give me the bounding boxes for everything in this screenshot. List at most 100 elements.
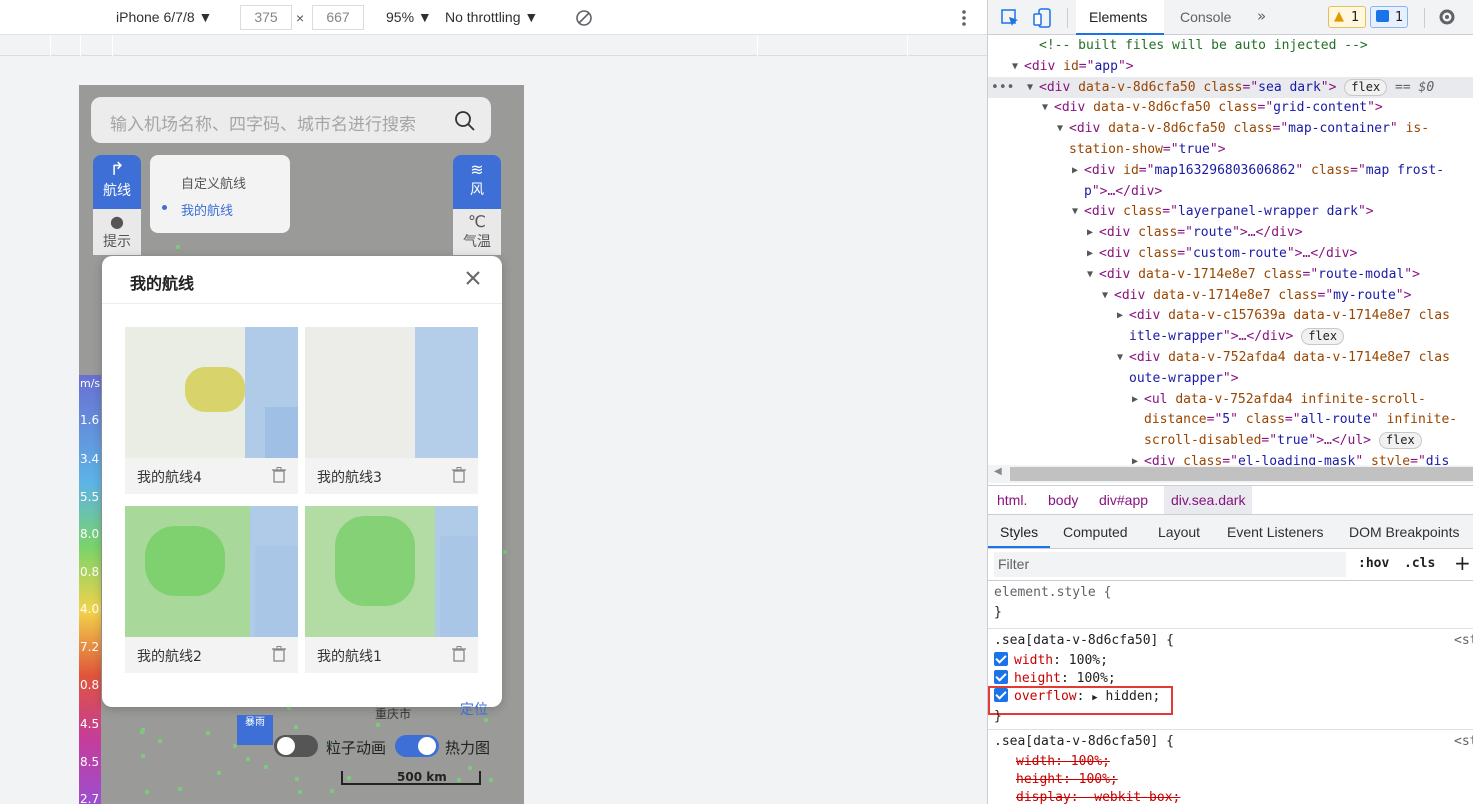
dom-node[interactable]: ▶ <div id="map163296803606862" class="map… xyxy=(988,160,1473,181)
search-bar[interactable]: 输入机场名称、四字码、城市名进行搜索 xyxy=(91,97,491,143)
menu-item-custom-route[interactable]: 自定义航线 xyxy=(181,173,246,192)
breadcrumb: html. body div#app div.sea.dark xyxy=(988,485,1473,515)
rule-selector[interactable]: .sea[data-v-8d6cfa50] { xyxy=(994,733,1174,751)
dom-node[interactable]: ▼ <div data-v-752afda4 data-v-1714e8e7 cl… xyxy=(988,347,1473,368)
dom-node[interactable]: ▼ <div data-v-8d6cfa50 class="map-contain… xyxy=(988,118,1473,139)
css-declaration-overridden[interactable]: display: -webkit-box; xyxy=(1016,789,1180,804)
modal-header: 我的航线 xyxy=(102,256,502,304)
dom-node[interactable]: ••• ▼ <div data-v-8d6cfa50 class="sea dar… xyxy=(988,76,1473,98)
close-icon[interactable] xyxy=(465,270,481,286)
rule-selector[interactable]: .sea[data-v-8d6cfa50] { xyxy=(994,632,1174,650)
dom-node[interactable]: ▶ <div class="route">…</div> xyxy=(988,222,1473,243)
divider xyxy=(1424,8,1425,28)
legend-value: 1.6 xyxy=(80,413,100,427)
rotate-icon[interactable] xyxy=(574,8,594,28)
width-input[interactable]: 375 xyxy=(240,5,292,30)
throttle-select[interactable]: No throttling ▼ xyxy=(445,9,538,25)
tab-styles[interactable]: Styles xyxy=(1000,524,1038,540)
dom-node[interactable]: scroll-disabled="true">…</ul> flex xyxy=(988,430,1473,451)
rule-source-link[interactable]: <st xyxy=(1454,632,1473,650)
legend-value: 5.5 xyxy=(80,490,100,504)
trash-icon[interactable] xyxy=(272,467,286,483)
trash-icon[interactable] xyxy=(452,467,466,483)
dom-tree[interactable]: <!-- built files will be auto injected -… xyxy=(988,35,1473,465)
dom-node[interactable]: <!-- built files will be auto injected -… xyxy=(988,35,1473,56)
heatmap-toggle[interactable] xyxy=(395,735,439,757)
dom-node[interactable]: ▶ <div class="el-loading-mask" style="dis xyxy=(988,451,1473,465)
height-input[interactable]: 667 xyxy=(312,5,364,30)
dom-node[interactable]: station-show="true"> xyxy=(988,139,1473,160)
route-button[interactable]: ↱ 航线 xyxy=(93,155,141,209)
dom-node[interactable]: ▼ <div data-v-1714e8e7 class="route-modal… xyxy=(988,264,1473,285)
cls-toggle[interactable]: .cls xyxy=(1404,556,1435,571)
hint-button-label: 提示 xyxy=(103,234,131,250)
dom-node[interactable]: distance="5" class="all-route" infinite- xyxy=(988,409,1473,430)
hint-button[interactable]: ● 提示 xyxy=(93,209,141,255)
more-tabs-icon[interactable]: » xyxy=(1257,7,1266,25)
css-declaration-overridden[interactable]: height: 100%; xyxy=(1016,771,1118,789)
tab-dom-breakpoints[interactable]: DOM Breakpoints xyxy=(1349,524,1459,540)
highlight-box xyxy=(988,686,1173,715)
route-name: 我的航线3 xyxy=(317,470,382,486)
device-select[interactable]: iPhone 6/7/8 ▼ xyxy=(116,9,212,25)
weather-alert-badge[interactable]: 暴雨 xyxy=(237,715,273,745)
css-declaration-overridden[interactable]: width: 100%; xyxy=(1016,753,1110,771)
search-icon[interactable] xyxy=(454,110,476,132)
bulb-icon: ● xyxy=(110,212,124,231)
rule-source-link[interactable]: <st xyxy=(1454,733,1473,751)
particle-animation-toggle[interactable] xyxy=(274,735,318,757)
wind-button[interactable]: ≋ 风 xyxy=(453,155,501,209)
dom-node[interactable]: ▼ <div class="layerpanel-wrapper dark"> xyxy=(988,201,1473,222)
collapsed-arrow-icon: ▶ xyxy=(1132,393,1139,405)
menu-item-my-route[interactable]: 我的航线 xyxy=(181,200,233,219)
route-map-thumbnail xyxy=(305,506,478,637)
breadcrumb-item[interactable]: div#app xyxy=(1099,492,1148,508)
filter-input[interactable]: Filter xyxy=(994,552,1346,577)
tab-console[interactable]: Console xyxy=(1180,9,1231,25)
dom-node[interactable]: ▼ <div data-v-1714e8e7 class="my-route"> xyxy=(988,285,1473,306)
route-card[interactable]: 我的航线1 xyxy=(305,506,478,673)
route-card[interactable]: 我的航线4 xyxy=(125,327,298,494)
messages-badge[interactable]: 1 xyxy=(1370,6,1408,28)
tab-elements[interactable]: Elements xyxy=(1076,0,1164,35)
weather-dot xyxy=(175,245,180,250)
new-rule-button[interactable]: + xyxy=(1454,551,1471,575)
css-declaration[interactable]: width: 100%; xyxy=(994,652,1108,670)
dom-node[interactable]: ▼ <div data-v-8d6cfa50 class="grid-conten… xyxy=(988,97,1473,118)
hov-toggle[interactable]: :hov xyxy=(1358,556,1389,571)
dom-node[interactable]: p">…</div> xyxy=(988,181,1473,202)
weather-dot xyxy=(294,776,299,781)
more-vert-icon[interactable] xyxy=(957,8,971,28)
rule-selector[interactable]: element.style { xyxy=(994,584,1111,602)
gear-icon[interactable] xyxy=(1437,7,1457,27)
breadcrumb-item-active[interactable]: div.sea.dark xyxy=(1164,486,1253,514)
breadcrumb-item[interactable]: body xyxy=(1048,492,1078,508)
media-query-ruler[interactable] xyxy=(0,35,987,56)
dom-node[interactable]: oute-wrapper"> xyxy=(988,368,1473,389)
zoom-select[interactable]: 95% ▼ xyxy=(386,9,432,25)
search-input[interactable]: 输入机场名称、四字码、城市名进行搜索 xyxy=(110,110,416,135)
horizontal-scrollbar[interactable]: ◀ xyxy=(988,465,1473,483)
locate-button[interactable]: 定位 xyxy=(460,699,488,719)
wind-icon: ≋ xyxy=(470,160,484,179)
trash-icon[interactable] xyxy=(452,646,466,662)
temperature-button[interactable]: ℃ 气温 xyxy=(453,209,501,255)
route-card[interactable]: 我的航线3 xyxy=(305,327,478,494)
dom-node[interactable]: ▶ <div class="custom-route">…</div> xyxy=(988,243,1473,264)
dom-node[interactable]: ▼ <div id="app"> xyxy=(988,56,1473,77)
tab-layout[interactable]: Layout xyxy=(1158,524,1200,540)
tab-computed[interactable]: Computed xyxy=(1063,524,1128,540)
trash-icon[interactable] xyxy=(272,646,286,662)
warnings-badge[interactable]: ▲ 1 xyxy=(1328,6,1366,28)
flex-badge: flex xyxy=(1344,78,1388,96)
route-menu: 自定义航线 我的航线 xyxy=(150,155,290,233)
tab-event-listeners[interactable]: Event Listeners xyxy=(1227,524,1324,540)
styles-filter-row: Filter :hov .cls + xyxy=(988,549,1473,581)
route-card[interactable]: 我的航线2 xyxy=(125,506,298,673)
inspect-element-icon[interactable] xyxy=(1000,8,1020,28)
dom-node[interactable]: ▶ <ul data-v-752afda4 infinite-scroll- xyxy=(988,389,1473,410)
breadcrumb-item[interactable]: html. xyxy=(997,492,1027,508)
dom-node[interactable]: ▶ <div data-v-c157639a data-v-1714e8e7 cl… xyxy=(988,305,1473,326)
device-toggle-icon[interactable] xyxy=(1033,7,1053,29)
dom-node[interactable]: itle-wrapper">…</div> flex xyxy=(988,326,1473,347)
